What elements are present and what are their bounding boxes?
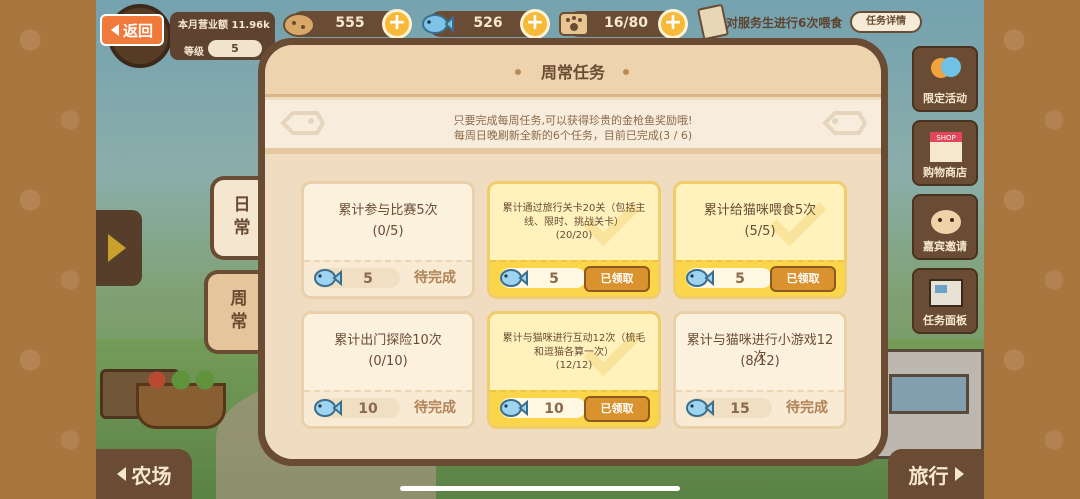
task-board-button[interactable]: 任务面板 xyxy=(912,268,978,334)
description-band: 只要完成每周任务,可以获得珍贵的金枪鱼奖励哦! 每周日晚刷新全新的6个任务，目前… xyxy=(265,100,881,154)
back-label: 返回 xyxy=(122,21,153,40)
task-detail-button[interactable]: 任务详情 xyxy=(850,11,922,33)
fish-icon xyxy=(314,399,342,417)
fish-icon xyxy=(686,399,714,417)
paw-counter: 16/80 + xyxy=(559,9,688,39)
add-paw-button[interactable]: + xyxy=(658,9,688,39)
reward-amount: 5 xyxy=(363,271,373,287)
arrow-right-icon xyxy=(954,467,964,481)
task-title: 累计出门探险10次 xyxy=(334,333,442,348)
task-progress: (5/5) xyxy=(744,224,776,239)
reward-amount: 10 xyxy=(358,401,378,417)
shop-button[interactable]: SHOP 购物商店 xyxy=(912,120,978,186)
back-button[interactable]: 返回 xyxy=(100,14,164,46)
level-value: 5 xyxy=(208,40,262,57)
tab-weekly[interactable]: 周常 xyxy=(204,270,266,354)
task-grid: 累计参与比赛5次 (0/5) 5 待完成 累计通过旅行关卡20关（包括主线、限时… xyxy=(265,163,881,459)
add-cookie-button[interactable]: + xyxy=(382,9,412,39)
title-dot xyxy=(623,69,629,75)
task-progress: (12/12) xyxy=(555,360,593,371)
board-icon xyxy=(929,279,963,307)
weekly-task-modal: 周常任务 只要完成每周任务,可以获得珍贵的金枪鱼奖励哦! 每周日晚刷新全新的6个… xyxy=(258,38,888,466)
fish-icon xyxy=(500,399,528,417)
cookie-icon xyxy=(283,13,315,37)
stats-panel: 本月营业额 11.96k 等级 5 xyxy=(170,12,275,60)
fish-icon xyxy=(314,269,342,287)
fish-counter: 526 + xyxy=(422,9,550,39)
travel-nav-button[interactable]: 旅行 xyxy=(888,449,984,499)
level-label: 等级 xyxy=(184,47,204,58)
task-status: 待完成 xyxy=(414,270,456,286)
reward-amount: 10 xyxy=(544,401,564,417)
balloon-icon xyxy=(931,57,961,78)
task-card: 累计给猫咪喂食5次 (5/5) 5 已领取 xyxy=(673,181,847,299)
current-task-text: 对服务生进行6次喂食 xyxy=(726,16,843,30)
side-label: 嘉宾邀请 xyxy=(923,240,967,253)
task-note-icon xyxy=(696,3,730,41)
task-progress: (0/5) xyxy=(372,224,404,239)
paw-icon xyxy=(559,12,589,36)
farm-label: 农场 xyxy=(131,463,172,488)
hamster-icon xyxy=(931,210,961,234)
guest-invite-button[interactable]: 嘉宾邀请 xyxy=(912,194,978,260)
task-progress: (20/20) xyxy=(555,230,593,241)
claimed-button[interactable]: 已领取 xyxy=(770,266,836,292)
fish-bone-icon xyxy=(822,111,867,135)
fish-icon xyxy=(686,269,714,287)
task-card: 累计与猫咪进行小游戏12次 (8/12) 15 待完成 xyxy=(673,311,847,429)
fish-bone-icon xyxy=(280,111,325,135)
description-line-1: 只要完成每周任务,可以获得珍贵的金枪鱼奖励哦! xyxy=(453,114,693,127)
game-screen: 返回 本月营业额 11.96k 等级 5 555 + 526 + 16/80 +… xyxy=(0,0,1080,499)
task-footer: 10 已领取 xyxy=(490,390,658,426)
task-footer: 15 待完成 xyxy=(676,390,844,426)
side-label: 任务面板 xyxy=(923,314,967,327)
reward-amount: 5 xyxy=(549,271,559,287)
task-status: 待完成 xyxy=(414,400,456,416)
cookie-count: 555 xyxy=(335,15,365,31)
limited-event-button[interactable]: 限定活动 xyxy=(912,46,978,112)
task-card: 累计参与比赛5次 (0/5) 5 待完成 xyxy=(301,181,475,299)
task-title: 累计与猫咪进行互动12次（梳毛和逗猫各算一次） xyxy=(502,333,646,358)
current-task-banner: 对服务生进行6次喂食 任务详情 xyxy=(696,3,924,41)
side-label: 限定活动 xyxy=(923,92,967,105)
reward-amount: 5 xyxy=(735,271,745,287)
fish-count: 526 xyxy=(473,15,503,31)
svg-text:SHOP: SHOP xyxy=(936,134,955,142)
claimed-button[interactable]: 已领取 xyxy=(584,266,650,292)
task-progress: (8/12) xyxy=(740,354,780,369)
paw-count: 16/80 xyxy=(603,15,649,31)
farm-nav-button[interactable]: 农场 xyxy=(96,449,192,499)
task-footer: 10 待完成 xyxy=(304,390,472,426)
travel-label: 旅行 xyxy=(908,463,949,488)
modal-body: 周常任务 只要完成每周任务,可以获得珍贵的金枪鱼奖励哦! 每周日晚刷新全新的6个… xyxy=(265,45,881,459)
task-status: 待完成 xyxy=(786,400,828,416)
cookie-counter: 555 + xyxy=(283,9,412,39)
task-card: 累计通过旅行关卡20关（包括主线、限时、挑战关卡） (20/20) 5 已领取 xyxy=(487,181,661,299)
description-line-2: 每周日晚刷新全新的6个任务，目前已完成(3 / 6) xyxy=(453,129,693,142)
task-footer: 5 已领取 xyxy=(490,260,658,296)
task-footer: 5 待完成 xyxy=(304,260,472,296)
modal-header: 周常任务 xyxy=(265,45,881,97)
modal-title: 周常任务 xyxy=(540,63,605,82)
home-indicator[interactable] xyxy=(400,486,680,491)
task-title: 累计通过旅行关卡20关（包括主线、限时、挑战关卡） xyxy=(502,203,646,228)
task-card: 累计出门探险10次 (0/10) 10 待完成 xyxy=(301,311,475,429)
shop-icon: SHOP xyxy=(930,132,962,162)
side-label: 购物商店 xyxy=(923,166,967,179)
claimed-button[interactable]: 已领取 xyxy=(584,396,650,422)
reward-amount: 15 xyxy=(730,401,750,417)
fish-icon xyxy=(422,14,454,34)
task-title: 累计给猫咪喂食5次 xyxy=(703,203,817,218)
back-arrow-icon xyxy=(110,24,119,36)
arrow-left-icon xyxy=(116,467,126,481)
task-footer: 5 已领取 xyxy=(676,260,844,296)
add-fish-button[interactable]: + xyxy=(520,9,550,39)
task-card: 累计与猫咪进行互动12次（梳毛和逗猫各算一次） (12/12) 10 已领取 xyxy=(487,311,661,429)
task-title: 累计参与比赛5次 xyxy=(338,203,438,218)
fish-icon xyxy=(500,269,528,287)
task-progress: (0/10) xyxy=(368,354,408,369)
monthly-revenue: 本月营业额 11.96k xyxy=(178,20,270,31)
